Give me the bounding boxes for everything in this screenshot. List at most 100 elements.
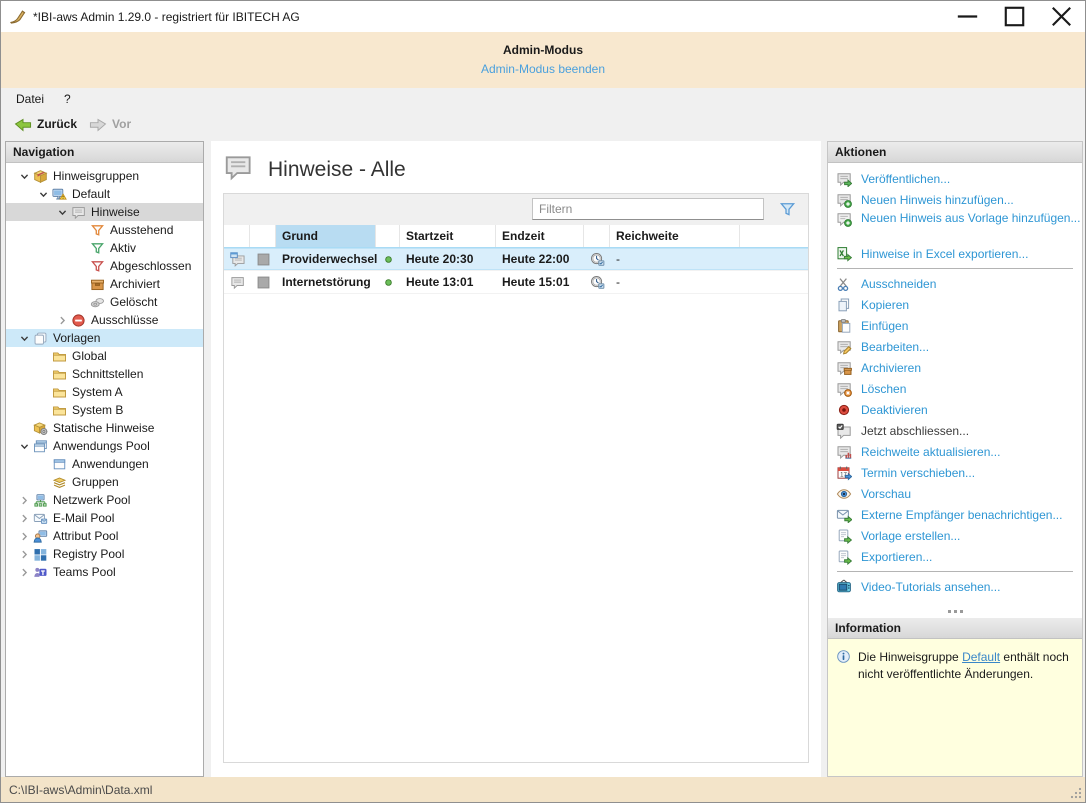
column-header-grund[interactable]: Grund: [276, 225, 376, 247]
nav-item-schnittstellen[interactable]: Schnittstellen: [6, 365, 203, 383]
menu-help[interactable]: ?: [54, 88, 81, 110]
nav-item-global[interactable]: Global: [6, 347, 203, 365]
chevron-down-icon[interactable]: [16, 439, 32, 453]
column-header[interactable]: [376, 225, 400, 247]
column-header-startzeit[interactable]: Startzeit: [400, 225, 496, 247]
note-type-icon: [224, 248, 250, 270]
nav-item-teams-pool[interactable]: Teams Pool: [6, 563, 203, 581]
resize-grip[interactable]: [1069, 786, 1082, 799]
nav-item-gruppen[interactable]: Gruppen: [6, 473, 203, 491]
cell-filler: [740, 271, 808, 293]
eye-icon: [836, 486, 852, 502]
chevron-right-icon[interactable]: [16, 565, 32, 579]
nav-item-ausstehend[interactable]: Ausstehend: [6, 221, 203, 239]
action-vorschau[interactable]: Vorschau: [828, 483, 1082, 504]
tv-icon: [836, 579, 852, 595]
column-header[interactable]: [250, 225, 276, 247]
menu-datei[interactable]: Datei: [6, 88, 54, 110]
nav-item-system-b[interactable]: System B: [6, 401, 203, 419]
table-row[interactable]: Internetstörung Heute 13:01 Heute 15:01 …: [224, 271, 808, 294]
nav-item-attribut-pool[interactable]: Attribut Pool: [6, 527, 203, 545]
maximize-button[interactable]: [991, 1, 1038, 32]
admin-mode-exit-link[interactable]: Admin-Modus beenden: [481, 62, 605, 76]
action-ausschneiden[interactable]: Ausschneiden: [828, 273, 1082, 294]
nav-item-statische-hinweise[interactable]: Statische Hinweise: [6, 419, 203, 437]
minimize-button[interactable]: [944, 1, 991, 32]
nav-item-vorlagen[interactable]: Vorlagen: [6, 329, 203, 347]
action-hinweise-in-excel-exportieren[interactable]: Hinweise in Excel exportieren...: [828, 243, 1082, 264]
column-header[interactable]: [224, 225, 250, 247]
nav-item-aktiv[interactable]: Aktiv: [6, 239, 203, 257]
notes-table-zone: Grund Startzeit Endzeit Reichweite Provi…: [223, 193, 809, 763]
action-bearbeiten[interactable]: Bearbeiten...: [828, 336, 1082, 357]
chevron-right-icon[interactable]: [16, 529, 32, 543]
action-löschen[interactable]: Löschen: [828, 378, 1082, 399]
back-button[interactable]: Zurück: [8, 114, 83, 134]
action-einfügen[interactable]: Einfügen: [828, 315, 1082, 336]
nav-item-anwendungs-pool[interactable]: Anwendungs Pool: [6, 437, 203, 455]
cell-reichweite: -: [610, 271, 740, 293]
actions-header: Aktionen: [828, 142, 1082, 163]
note-flag-icon: [250, 248, 276, 270]
action-vorlage-erstellen[interactable]: Vorlage erstellen...: [828, 525, 1082, 546]
action-externe-empfänger-benachrichtigen[interactable]: Externe Empfänger benachrichtigen...: [828, 504, 1082, 525]
chevron-right-icon[interactable]: [16, 511, 32, 525]
chevron-down-icon[interactable]: [16, 331, 32, 345]
panel-splitter[interactable]: [828, 605, 1082, 618]
cell-filler: [740, 248, 808, 270]
calendar-icon: 17: [836, 465, 852, 481]
window-title: *IBI-aws Admin 1.29.0 - registriert für …: [33, 10, 300, 24]
action-neuen-hinweis-aus-vorlage-hinzufügen[interactable]: Neuen Hinweis aus Vorlage hinzufügen...: [828, 210, 1082, 243]
default-group-link[interactable]: Default: [962, 650, 1000, 664]
column-header-reichweite[interactable]: Reichweite: [610, 225, 740, 247]
action-kopieren[interactable]: Kopieren: [828, 294, 1082, 315]
chevron-none-icon: [35, 349, 51, 363]
archive-action-icon: [836, 360, 852, 376]
action-veröffentlichen[interactable]: Veröffentlichen...: [828, 168, 1082, 189]
nav-item-system-a[interactable]: System A: [6, 383, 203, 401]
nav-item-anwendungen[interactable]: Anwendungen: [6, 455, 203, 473]
nav-item-default[interactable]: Default: [6, 185, 203, 203]
chevron-down-icon[interactable]: [35, 187, 51, 201]
excel-export-icon: [836, 246, 852, 262]
action-archivieren[interactable]: Archivieren: [828, 357, 1082, 378]
chevron-down-icon[interactable]: [16, 169, 32, 183]
folder-icon: [51, 403, 67, 418]
action-neuen-hinweis-hinzufügen[interactable]: Neuen Hinweis hinzufügen...: [828, 189, 1082, 210]
chevron-right-icon[interactable]: [16, 493, 32, 507]
nav-item-archiviert[interactable]: Archiviert: [6, 275, 203, 293]
nav-item-netzwerk-pool[interactable]: Netzwerk Pool: [6, 491, 203, 509]
action-exportieren[interactable]: Exportieren...: [828, 546, 1082, 567]
nav-item-abgeschlossen[interactable]: Abgeschlossen: [6, 257, 203, 275]
copy-icon: [836, 297, 852, 313]
folder-icon: [51, 367, 67, 382]
close-button[interactable]: [1038, 1, 1085, 32]
column-header[interactable]: [584, 225, 610, 247]
teams-icon: [32, 565, 48, 580]
filter-input[interactable]: [532, 198, 764, 220]
nav-item-gelöscht[interactable]: Gelöscht: [6, 293, 203, 311]
chevron-right-icon[interactable]: [16, 547, 32, 561]
action-deaktivieren[interactable]: Deaktivieren: [828, 399, 1082, 420]
action-video-tutorials-ansehen[interactable]: Video-Tutorials ansehen...: [828, 576, 1082, 597]
action-jetzt-abschliessen: Jetzt abschliessen...: [828, 420, 1082, 441]
filter-funnel-icon[interactable]: [779, 201, 796, 218]
separator: [837, 571, 1073, 572]
nav-item-ausschlüsse[interactable]: Ausschlüsse: [6, 311, 203, 329]
forward-button[interactable]: Vor: [83, 114, 137, 134]
nav-item-hinweisgruppen[interactable]: Hinweisgruppen: [6, 167, 203, 185]
page-title: Hinweise - Alle: [268, 158, 406, 182]
action-reichweite-aktualisieren[interactable]: Reichweite aktualisieren...: [828, 441, 1082, 462]
templates-icon: [32, 331, 48, 346]
action-termin-verschieben[interactable]: 17 Termin verschieben...: [828, 462, 1082, 483]
chevron-right-icon[interactable]: [54, 313, 70, 327]
nav-item-e-mail-pool[interactable]: E-Mail Pool: [6, 509, 203, 527]
chevron-none-icon: [35, 385, 51, 399]
archive-box-icon: [89, 277, 105, 292]
chevron-down-icon[interactable]: [54, 205, 70, 219]
nav-item-hinweise[interactable]: Hinweise: [6, 203, 203, 221]
nav-item-registry-pool[interactable]: Registry Pool: [6, 545, 203, 563]
table-row[interactable]: Providerwechsel Heute 20:30 Heute 22:00 …: [224, 248, 808, 271]
page-title-row: Hinweise - Alle: [211, 141, 821, 187]
column-header-endzeit[interactable]: Endzeit: [496, 225, 584, 247]
